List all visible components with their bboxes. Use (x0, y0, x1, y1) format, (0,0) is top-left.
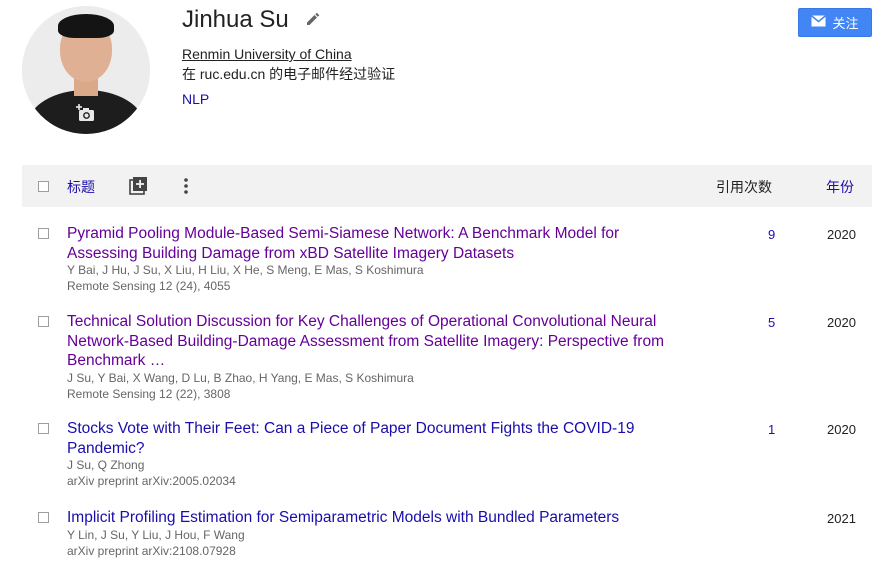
article-venue: arXiv preprint arXiv:2108.07928 (67, 544, 236, 558)
article-title-link[interactable]: Pyramid Pooling Module-Based Semi-Siames… (67, 224, 667, 263)
affiliation-link[interactable]: Renmin University of China (182, 45, 352, 63)
pencil-icon[interactable] (304, 10, 322, 28)
article-checkbox[interactable] (38, 316, 49, 327)
article-venue: arXiv preprint arXiv:2005.02034 (67, 474, 236, 488)
article-row: Stocks Vote with Their Feet: Can a Piece… (22, 419, 872, 491)
article-authors: J Su, Q Zhong (67, 458, 145, 472)
article-year: 2021 (827, 511, 856, 526)
more-vert-icon[interactable] (180, 176, 192, 196)
sort-by-year[interactable]: 年份 (826, 177, 854, 197)
follow-label: 关注 (832, 16, 859, 31)
cited-by-header: 引用次数 (716, 179, 772, 195)
article-year: 2020 (827, 227, 856, 242)
article-authors: Y Bai, J Hu, J Su, X Liu, H Liu, X He, S… (67, 263, 424, 277)
article-title-link[interactable]: Stocks Vote with Their Feet: Can a Piece… (67, 419, 657, 458)
sort-by-title[interactable]: 标题 (67, 177, 95, 197)
follow-button[interactable]: 关注 (798, 8, 872, 37)
interest-link-nlp[interactable]: NLP (182, 90, 209, 108)
add-photo-icon[interactable] (74, 102, 98, 126)
article-authors: Y Lin, J Su, Y Liu, J Hou, F Wang (67, 528, 245, 542)
article-venue: Remote Sensing 12 (24), 4055 (67, 279, 231, 293)
article-title-link[interactable]: Technical Solution Discussion for Key Ch… (67, 312, 667, 371)
profile-avatar[interactable] (22, 6, 150, 134)
avatar-hair (58, 14, 114, 38)
article-row: Technical Solution Discussion for Key Ch… (22, 312, 872, 402)
article-year: 2020 (827, 422, 856, 437)
article-authors: J Su, Y Bai, X Wang, D Lu, B Zhao, H Yan… (67, 371, 414, 385)
select-all-checkbox[interactable] (38, 181, 49, 192)
verified-email-text: 在 ruc.edu.cn 的电子邮件经过验证 (182, 66, 396, 82)
cited-by-count-link[interactable]: 5 (768, 315, 775, 330)
article-checkbox[interactable] (38, 512, 49, 523)
article-title-link[interactable]: Implicit Profiling Estimation for Semipa… (67, 508, 707, 528)
articles-table-header: 标题 引用次数 年份 (22, 165, 872, 207)
mail-icon (811, 15, 827, 30)
article-row: Pyramid Pooling Module-Based Semi-Siames… (22, 224, 872, 296)
profile-name: Jinhua Su (182, 6, 289, 33)
cited-by-count-link[interactable]: 1 (768, 422, 775, 437)
article-checkbox[interactable] (38, 228, 49, 239)
article-year: 2020 (827, 315, 856, 330)
article-venue: Remote Sensing 12 (22), 3808 (67, 387, 231, 401)
article-checkbox[interactable] (38, 423, 49, 434)
cited-by-count-link[interactable]: 9 (768, 227, 775, 242)
add-box-icon[interactable] (128, 176, 148, 196)
article-row: Implicit Profiling Estimation for Semipa… (22, 508, 872, 560)
